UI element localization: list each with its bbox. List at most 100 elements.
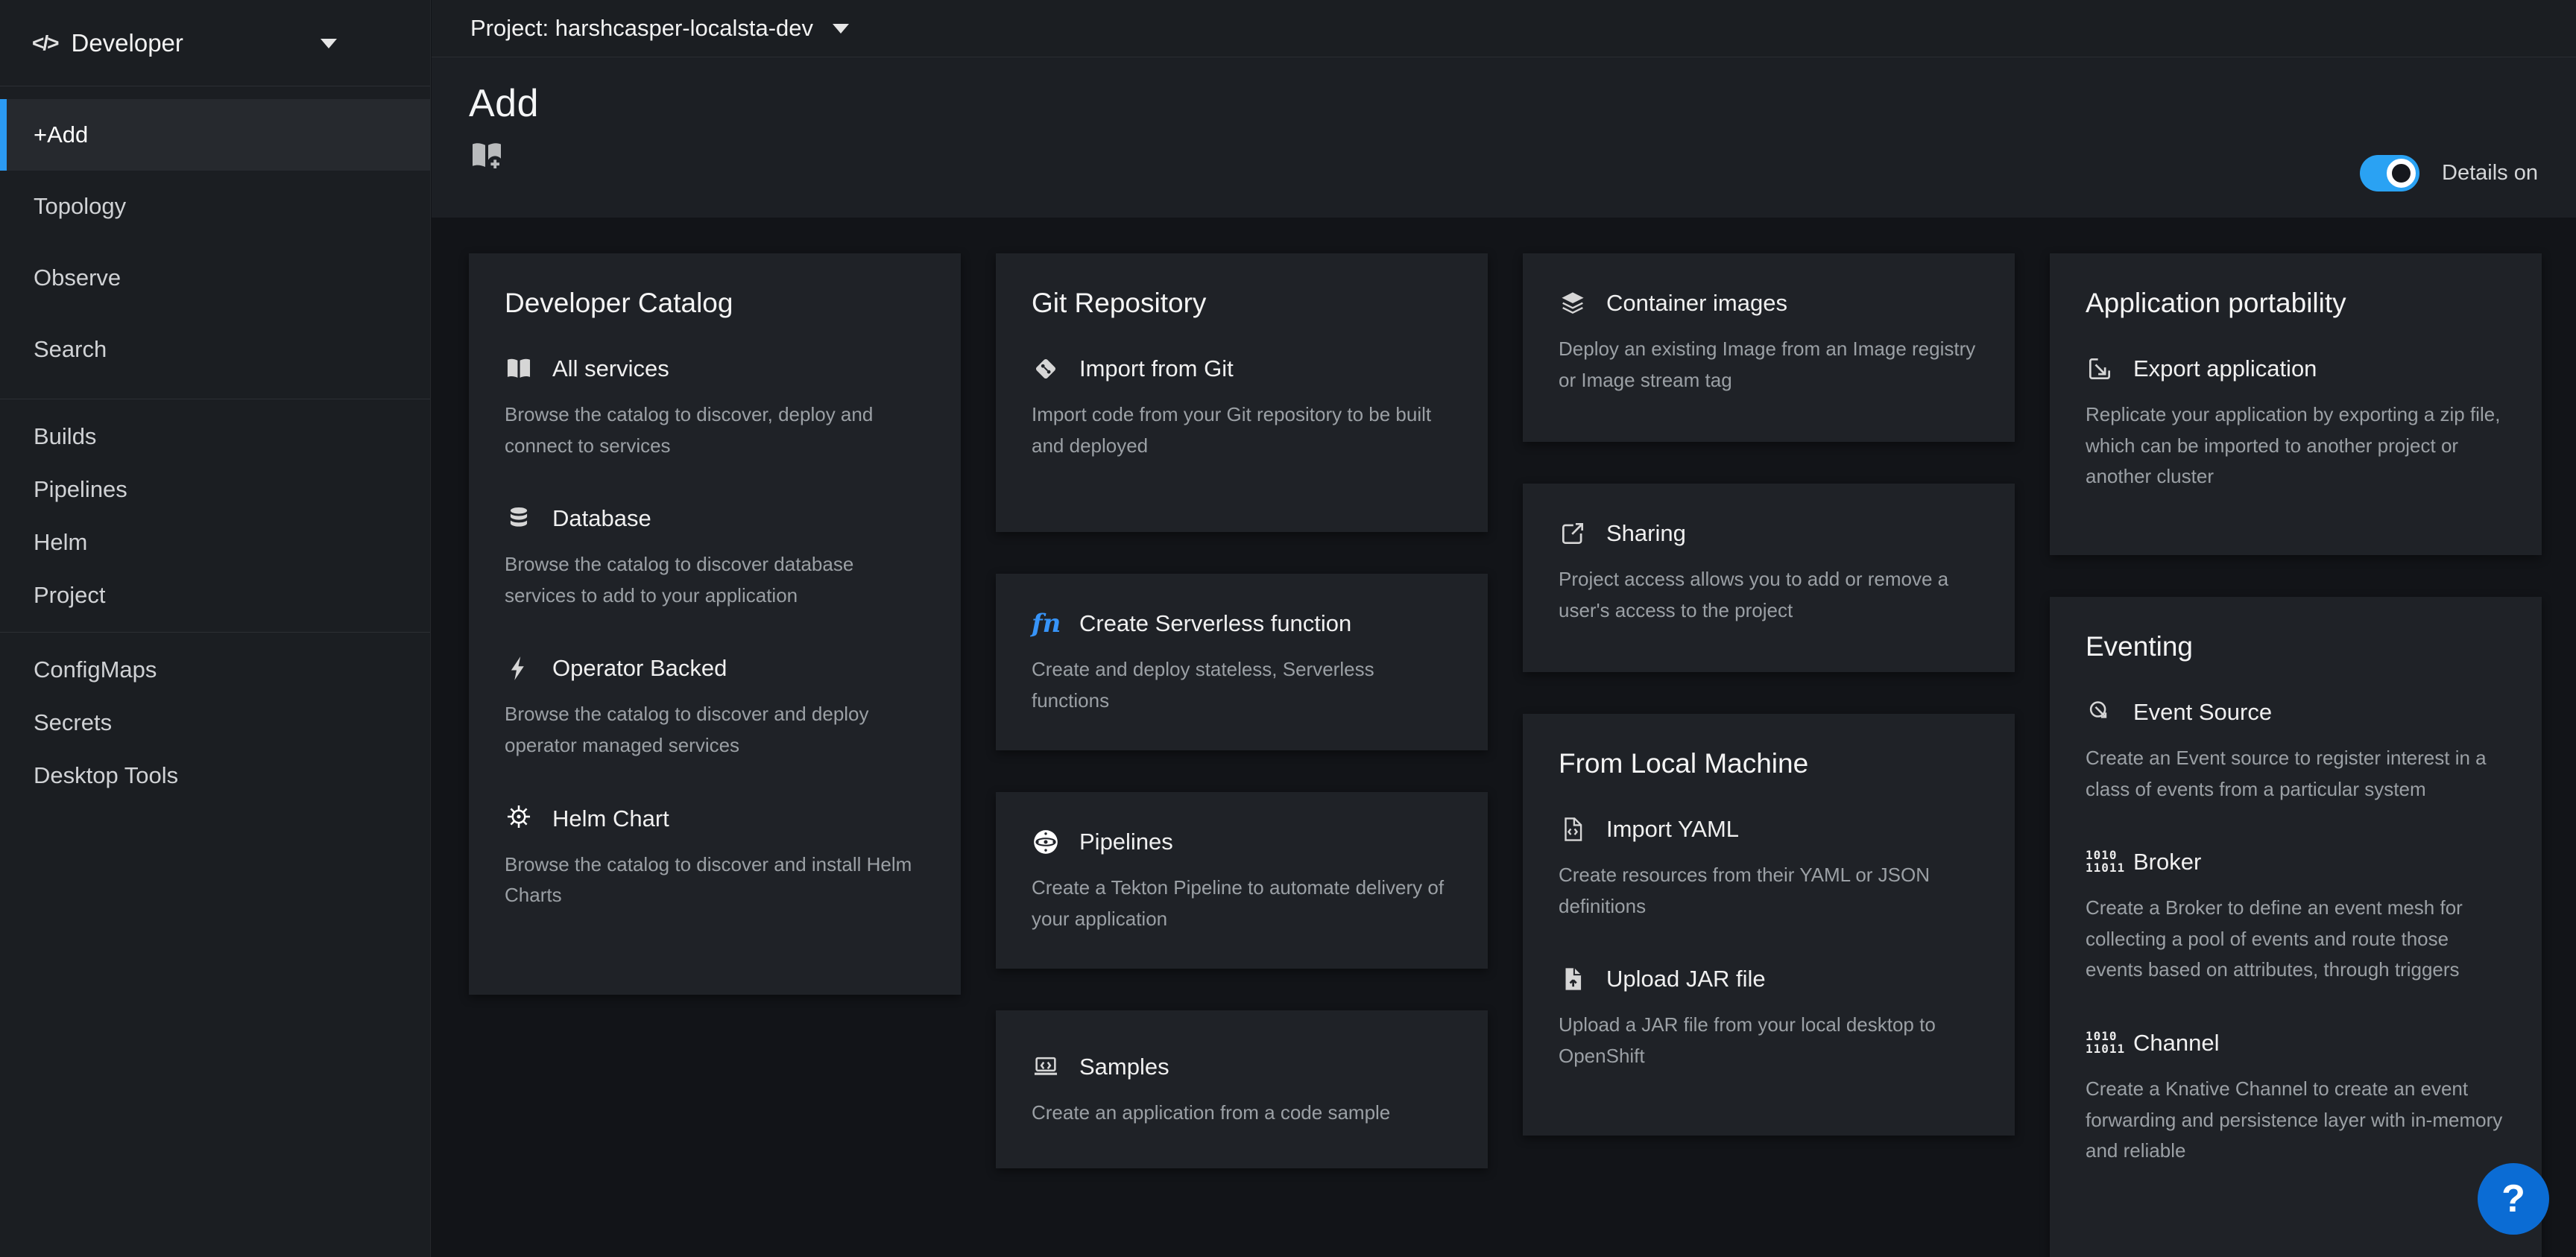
sidebar-item-desktop-tools[interactable]: Desktop Tools [0,749,430,802]
catalog-item-description: Upload a JAR file from your local deskto… [1559,1010,1979,1071]
catalog-item-helm-chart[interactable]: Helm Chart Browse the catalog to discover… [505,803,925,911]
sidebar: </> Developer +AddTopologyObserveSearch B… [0,0,431,1257]
sidebar-nav: +AddTopologyObserveSearch BuildsPipelines… [0,86,430,812]
catalog-item-pipelines[interactable]: PipelinesCreate a Tekton Pipeline to aut… [1032,826,1452,934]
code-icon: </> [32,31,57,55]
sidebar-item-configmaps[interactable]: ConfigMaps [0,643,430,696]
details-toggle-label: Details on [2442,161,2538,186]
sidebar-item-add[interactable]: +Add [0,99,430,171]
card-column: Application portability Export applicatio… [2050,253,2542,1257]
catalog-item-description: Browse the catalog to discover and deplo… [505,699,925,761]
catalog-item-channel[interactable]: 101011011Channel Create a Knative Channel… [2086,1028,2506,1167]
catalog-item-label: Broker [2133,849,2201,876]
details-toggle-knob [2387,159,2416,188]
catalog-item-label: Import YAML [1606,816,1739,843]
catalog-item-description: Create and deploy stateless, Serverless … [1032,654,1452,716]
binary-icon: 101011011 [2086,1028,2118,1059]
chevron-down-icon [833,24,849,34]
card-git-repository: Git Repository Import from Git Import code… [996,253,1488,532]
card-title: Developer Catalog [505,288,925,319]
sidebar-item-pipelines[interactable]: Pipelines [0,463,430,516]
card-create-serverless-function: fn Create Serverless function Create and d… [996,574,1488,750]
catalog-item-head: Database [505,503,925,534]
catalog-item-broker[interactable]: 101011011BrokerCreate a Broker to define… [2086,846,2506,986]
project-selector-label: Project: harshcasper-localsta-dev [470,15,813,42]
card-pipelines: PipelinesCreate a Tekton Pipeline to aut… [996,792,1488,969]
card-title: Application portability [2086,288,2506,319]
catalog-item-head: Event Source [2086,697,2506,728]
catalog-item-database[interactable]: Database Browse the catalog to discover d… [505,503,925,611]
catalog-item-description: Browse the catalog to discover, deploy a… [505,399,925,461]
card-container-images: Container imagesDeploy an existing Image… [1523,253,2015,442]
export-icon [2086,353,2118,384]
sidebar-item-project[interactable]: Project [0,569,430,621]
catalog-item-description: Browse the catalog to discover and insta… [505,849,925,911]
catalog-item-import-yaml[interactable]: Import YAMLCreate resources from their Y… [1559,814,1979,922]
sidebar-item-builds[interactable]: Builds [0,410,430,463]
share-icon [1559,518,1591,549]
app-root: </> Developer +AddTopologyObserveSearch B… [0,0,2576,1257]
catalog-item-description: Browse the catalog to discover database … [505,549,925,611]
catalog-item-label: Helm Chart [552,805,669,832]
catalog-item-event-source[interactable]: Event SourceCreate an Event source to re… [2086,697,2506,805]
page-header: Add Details on [432,57,2576,218]
layers-icon [1559,288,1591,319]
page-title: Add [469,81,2539,126]
file-upload-icon [1559,963,1591,995]
card-developer-catalog: Developer Catalog All services Browse the … [469,253,961,995]
catalog-item-label: Database [552,505,651,532]
catalog-item-head: fn Create Serverless function [1032,608,1452,639]
catalog-item-label: Operator Backed [552,655,727,682]
card-column: Container imagesDeploy an existing Image… [1523,253,2015,1257]
sidebar-item-helm[interactable]: Helm [0,516,430,569]
book-icon [505,353,537,384]
sidebar-item-secrets[interactable]: Secrets [0,696,430,749]
catalog-item-head: Samples [1032,1051,1452,1083]
catalog-item-head: Import YAML [1559,814,1979,845]
card-title: Git Repository [1032,288,1452,319]
catalog-item-all-services[interactable]: All services Browse the catalog to discov… [505,353,925,461]
catalog-item-label: Export application [2133,355,2317,382]
card-column: Developer Catalog All services Browse the … [469,253,961,1257]
catalog-item-create-serverless-function[interactable]: fn Create Serverless function Create and d… [1032,608,1452,716]
card-application-portability: Application portability Export applicatio… [2050,253,2542,555]
book-plus-icon[interactable] [469,138,505,174]
catalog-item-sharing[interactable]: SharingProject access allows you to add … [1559,518,1979,626]
catalog-item-head: 101011011Channel [2086,1028,2506,1059]
help-button[interactable]: ? [2478,1163,2549,1235]
database-icon [505,503,537,534]
project-selector[interactable]: Project: harshcasper-localsta-dev [470,15,849,42]
sidebar-nav-group: BuildsPipelinesHelmProject [0,399,430,632]
sidebar-item-observe[interactable]: Observe [0,242,430,314]
helm-icon [505,803,537,835]
catalog-item-label: Create Serverless function [1079,610,1351,637]
catalog-item-label: Pipelines [1079,829,1173,855]
main-area: Project: harshcasper-localsta-dev Add De… [432,0,2576,1257]
chevron-down-icon [321,39,337,48]
catalog-item-upload-jar-file[interactable]: Upload JAR fileUpload a JAR file from yo… [1559,963,1979,1071]
sidebar-item-topology[interactable]: Topology [0,171,430,242]
catalog-item-description: Create a Knative Channel to create an ev… [2086,1074,2506,1167]
fn-icon: fn [1032,608,1064,639]
details-toggle[interactable] [2360,155,2419,191]
catalog-item-import-from-git[interactable]: Import from Git Import code from your Git… [1032,353,1452,461]
catalog-item-head: All services [505,353,925,384]
catalog-item-head: Operator Backed [505,653,925,684]
catalog-item-head: Helm Chart [505,803,925,835]
catalog-item-container-images[interactable]: Container imagesDeploy an existing Image… [1559,288,1979,396]
catalog-item-head: Pipelines [1032,826,1452,858]
catalog-item-export-application[interactable]: Export applicationReplicate your applica… [2086,353,2506,493]
catalog-item-label: Samples [1079,1054,1169,1080]
bolt-icon [505,653,537,684]
card-samples: SamplesCreate an application from a code… [996,1010,1488,1168]
sidebar-nav-group: ConfigMapsSecretsDesktop Tools [0,632,430,812]
catalog-item-description: Import code from your Git repository to … [1032,399,1452,461]
perspective-switcher[interactable]: </> Developer [0,0,430,86]
catalog-item-operator-backed[interactable]: Operator Backed Browse the catalog to dis… [505,653,925,761]
project-context-bar: Project: harshcasper-localsta-dev [432,0,2576,57]
sidebar-item-search[interactable]: Search [0,314,430,385]
catalog-item-label: Container images [1606,290,1787,317]
perspective-label: Developer [71,29,183,57]
catalog-item-samples[interactable]: SamplesCreate an application from a code… [1032,1051,1452,1129]
catalog-item-head: Import from Git [1032,353,1452,384]
